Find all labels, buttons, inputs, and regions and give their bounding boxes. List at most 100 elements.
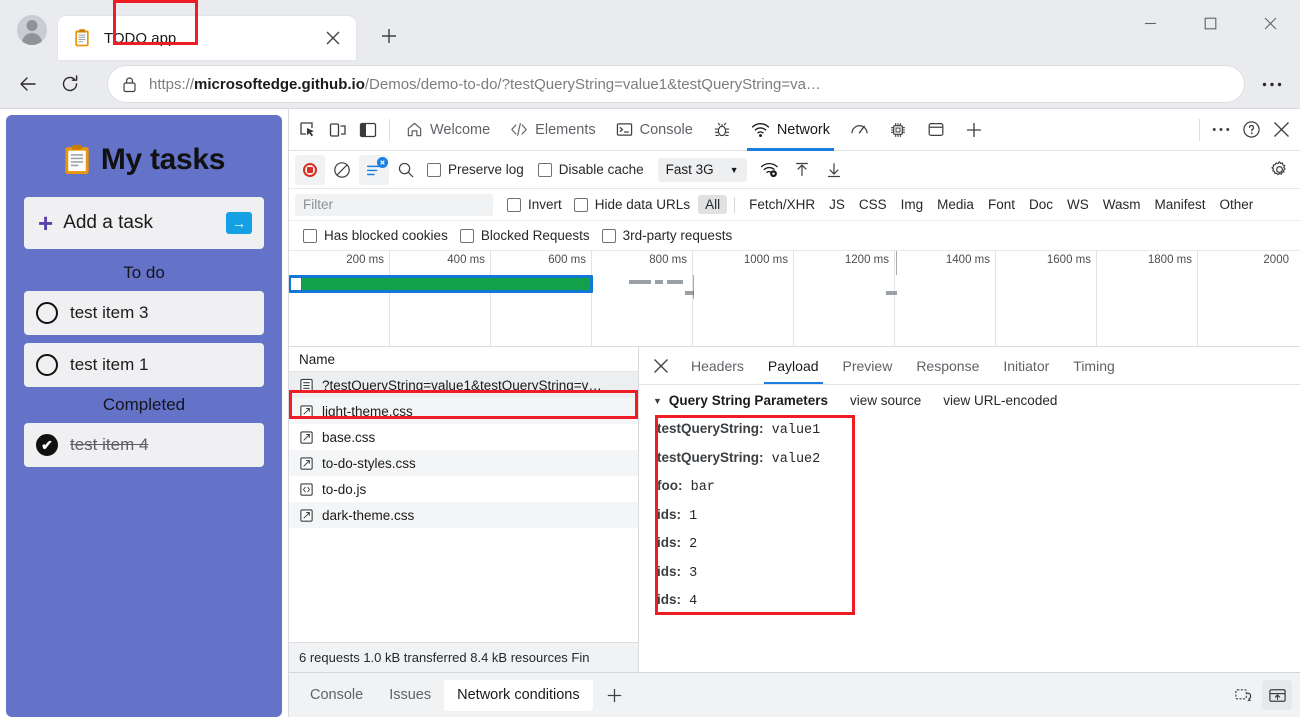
- dock-bottom-icon[interactable]: [1262, 680, 1292, 710]
- drawer-tab-issues[interactable]: Issues: [376, 680, 444, 711]
- divider: [389, 119, 390, 141]
- request-row[interactable]: light-theme.css: [289, 398, 638, 424]
- maximize-button[interactable]: [1180, 0, 1240, 46]
- record-button[interactable]: [295, 155, 325, 185]
- tab-console[interactable]: Console: [606, 109, 703, 151]
- task-item[interactable]: ✔ test item 4: [24, 423, 264, 467]
- type-filter-wasm[interactable]: Wasm: [1096, 195, 1148, 214]
- third-party-requests-checkbox[interactable]: 3rd-party requests: [602, 228, 733, 243]
- tab-headers[interactable]: Headers: [679, 347, 756, 384]
- help-icon[interactable]: [1236, 115, 1266, 145]
- network-filter-bar: Filter Invert Hide data URLs All Fetch/X…: [289, 189, 1300, 221]
- detail-close-button[interactable]: [643, 347, 679, 384]
- gear-icon[interactable]: [1264, 155, 1294, 185]
- type-filter-js[interactable]: JS: [822, 195, 852, 214]
- invert-checkbox[interactable]: Invert: [507, 197, 562, 212]
- task-item[interactable]: test item 1: [24, 343, 264, 387]
- tab-elements[interactable]: Elements: [500, 109, 605, 151]
- request-row[interactable]: base.css: [289, 424, 638, 450]
- type-filter-img[interactable]: Img: [894, 195, 931, 214]
- close-window-button[interactable]: [1240, 0, 1300, 46]
- request-row[interactable]: to-do.js: [289, 476, 638, 502]
- tab-welcome[interactable]: Welcome: [396, 109, 500, 151]
- task-checkbox-checked[interactable]: ✔: [36, 434, 58, 456]
- drawer-add-tab-button[interactable]: [593, 680, 636, 711]
- overview-dcl-marker: [693, 275, 694, 299]
- request-row[interactable]: ?testQueryString=value1&testQueryString=…: [289, 372, 638, 398]
- tab-timing[interactable]: Timing: [1061, 347, 1127, 384]
- preserve-log-checkbox[interactable]: Preserve log: [427, 162, 524, 177]
- request-list-body[interactable]: ?testQueryString=value1&testQueryString=…: [289, 372, 638, 642]
- request-row[interactable]: dark-theme.css: [289, 502, 638, 528]
- profile-button[interactable]: [12, 10, 52, 50]
- new-tab-button[interactable]: [372, 19, 406, 53]
- address-bar[interactable]: https://microsoftedge.github.io/Demos/de…: [108, 66, 1244, 102]
- query-parameter-list: testQueryString: value1 testQueryString:…: [639, 416, 1300, 616]
- document-icon: [299, 378, 314, 393]
- tab-memory[interactable]: [879, 109, 917, 151]
- tab-preview[interactable]: Preview: [831, 347, 905, 384]
- devtools-more-options-icon[interactable]: [1206, 115, 1236, 145]
- task-checkbox[interactable]: [36, 302, 58, 324]
- task-item[interactable]: test item 3: [24, 291, 264, 335]
- tab-initiator[interactable]: Initiator: [991, 347, 1061, 384]
- tab-application[interactable]: [917, 109, 955, 151]
- restore-drawer-icon[interactable]: [1228, 680, 1258, 710]
- reload-button[interactable]: [52, 66, 88, 102]
- request-row[interactable]: to-do-styles.css: [289, 450, 638, 476]
- drawer-tab-network-conditions[interactable]: Network conditions: [444, 680, 593, 711]
- network-overview-timeline[interactable]: 200 ms 400 ms 600 ms 800 ms 1000 ms 1200…: [289, 251, 1300, 347]
- view-source-link[interactable]: view source: [850, 393, 921, 408]
- tab-network[interactable]: Network: [741, 109, 840, 151]
- tab-response[interactable]: Response: [904, 347, 991, 384]
- drawer-tab-console[interactable]: Console: [297, 680, 376, 711]
- tab-close-icon[interactable]: [318, 23, 348, 53]
- disable-cache-checkbox[interactable]: Disable cache: [538, 162, 644, 177]
- import-har-icon[interactable]: [787, 155, 817, 185]
- tab-payload[interactable]: Payload: [756, 347, 831, 384]
- add-task-input[interactable]: + Add a task →: [24, 197, 264, 249]
- has-blocked-cookies-checkbox[interactable]: Has blocked cookies: [303, 228, 448, 243]
- view-url-encoded-link[interactable]: view URL-encoded: [943, 393, 1057, 408]
- back-button[interactable]: [10, 66, 46, 102]
- section-title[interactable]: ▼ Query String Parameters: [653, 393, 828, 408]
- browser-more-options-icon[interactable]: [1254, 66, 1290, 102]
- lock-icon: [122, 76, 137, 93]
- tab-sources-debug[interactable]: [703, 109, 741, 151]
- throttling-select[interactable]: Fast 3G ▼: [658, 158, 747, 182]
- query-parameter-row: ids: 2: [657, 530, 1300, 559]
- blocked-requests-checkbox[interactable]: Blocked Requests: [460, 228, 590, 243]
- plus-icon: +: [38, 210, 53, 236]
- type-filter-css[interactable]: CSS: [852, 195, 894, 214]
- clear-log-button[interactable]: [327, 155, 357, 185]
- request-list-header[interactable]: Name: [289, 347, 638, 372]
- param-value: bar: [691, 480, 715, 495]
- add-panel-button[interactable]: [955, 109, 993, 151]
- type-filter-all[interactable]: All: [698, 195, 727, 214]
- type-filter-ws[interactable]: WS: [1060, 195, 1096, 214]
- filter-toggle-button[interactable]: [359, 155, 389, 185]
- add-task-submit-button[interactable]: →: [226, 212, 252, 234]
- browser-tab[interactable]: TODO app: [58, 16, 356, 60]
- export-har-icon[interactable]: [819, 155, 849, 185]
- type-filter-media[interactable]: Media: [930, 195, 981, 214]
- network-conditions-icon[interactable]: [755, 155, 785, 185]
- filter-input[interactable]: Filter: [295, 194, 493, 216]
- close-devtools-icon[interactable]: [1266, 115, 1296, 145]
- minimize-button[interactable]: [1120, 0, 1180, 46]
- type-filter-doc[interactable]: Doc: [1022, 195, 1060, 214]
- dock-side-icon[interactable]: [353, 115, 383, 145]
- task-checkbox[interactable]: [36, 354, 58, 376]
- type-filter-other[interactable]: Other: [1213, 195, 1261, 214]
- overview-small-bar: [886, 291, 897, 295]
- tab-performance[interactable]: [840, 109, 879, 151]
- device-toolbar-icon[interactable]: [323, 115, 353, 145]
- type-filter-manifest[interactable]: Manifest: [1147, 195, 1212, 214]
- search-button[interactable]: [391, 155, 421, 185]
- request-name: base.css: [322, 430, 375, 445]
- hide-data-urls-checkbox[interactable]: Hide data URLs: [574, 197, 690, 212]
- type-filter-font[interactable]: Font: [981, 195, 1022, 214]
- title-bar: TODO app: [0, 0, 1300, 60]
- type-filter-fetch-xhr[interactable]: Fetch/XHR: [742, 195, 822, 214]
- inspect-element-icon[interactable]: [293, 115, 323, 145]
